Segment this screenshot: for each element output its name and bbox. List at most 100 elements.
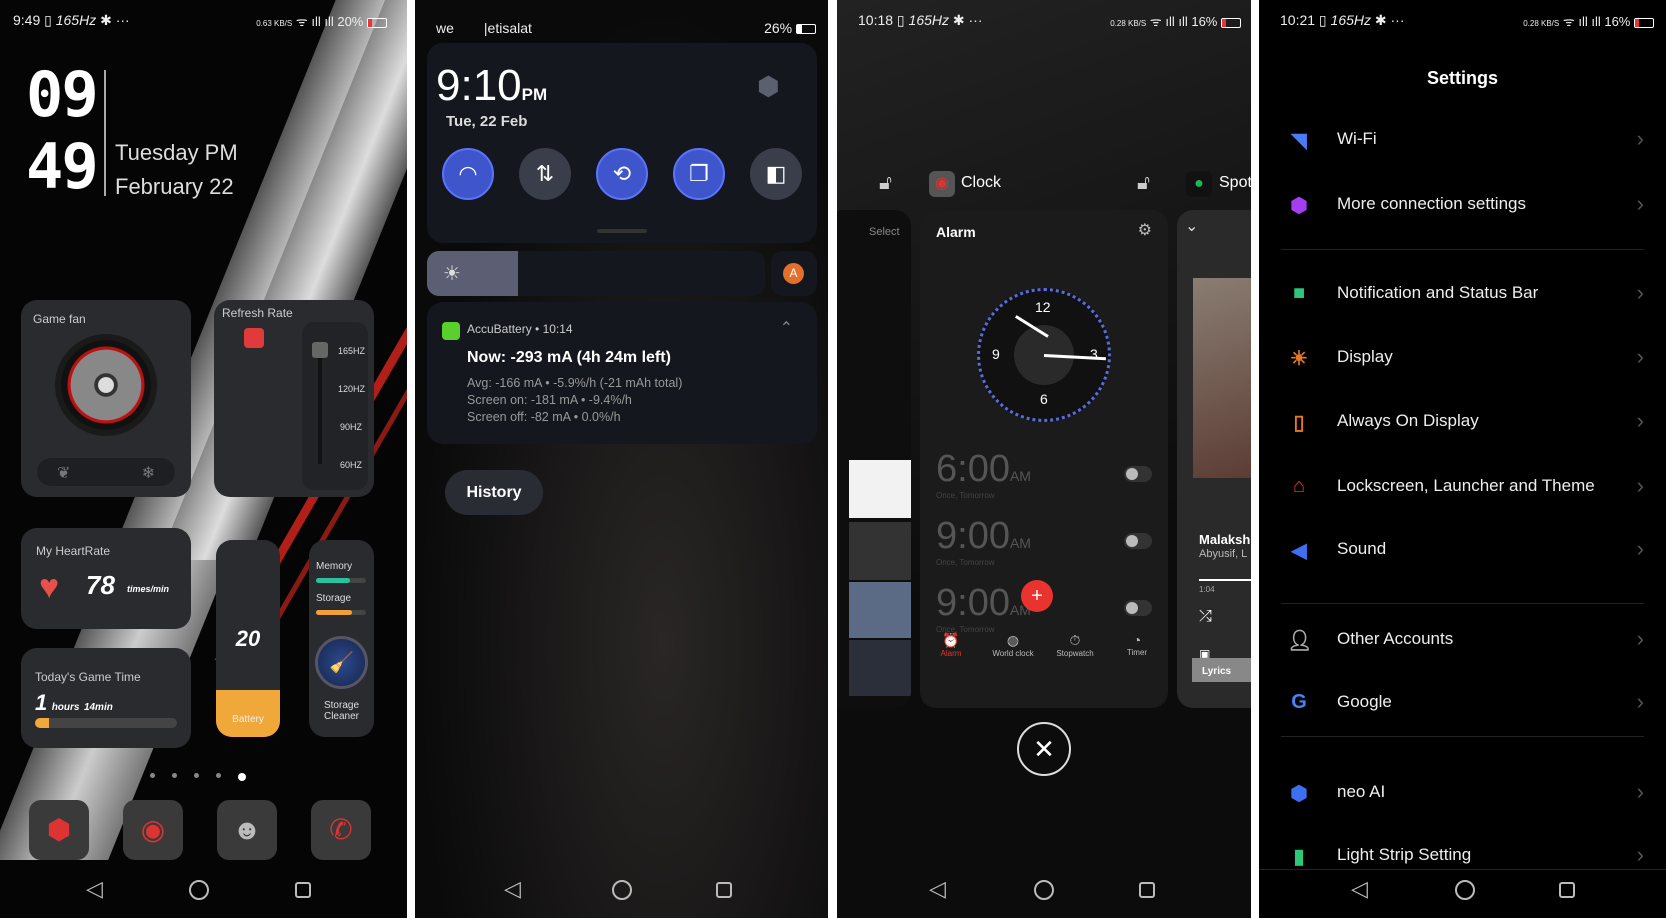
refresh-slider[interactable]: 165HZ 120HZ 90HZ 60HZ bbox=[302, 322, 368, 490]
battery-widget[interactable]: 20 Battery bbox=[216, 540, 280, 737]
tab-stopwatch[interactable]: ⏱ Stopwatch bbox=[1044, 632, 1106, 672]
chevron-right-icon: › bbox=[1636, 126, 1644, 151]
history-button[interactable]: History bbox=[445, 470, 543, 515]
back-button[interactable]: ◁ bbox=[86, 876, 103, 902]
home-button[interactable] bbox=[1034, 880, 1054, 900]
toggle-auto-rotate[interactable]: ⟲ bbox=[596, 148, 648, 200]
recents-button[interactable] bbox=[1139, 882, 1155, 898]
auto-rotate-icon: ⟲ bbox=[612, 161, 632, 186]
back-button[interactable]: ◁ bbox=[1351, 876, 1368, 902]
auto-brightness-button[interactable]: A bbox=[771, 251, 817, 296]
settings-gear-icon[interactable]: ⬢ bbox=[757, 71, 780, 102]
toggle-wifi[interactable]: ◠ bbox=[442, 148, 494, 200]
game-time-widget[interactable]: Today's Game Time 1 hours 14min bbox=[21, 648, 191, 748]
avatar-app-icon[interactable]: ☻ bbox=[217, 800, 277, 860]
brightness-slider[interactable]: ☀ bbox=[427, 251, 765, 296]
recents-button[interactable] bbox=[295, 882, 311, 898]
fan-mode-selector[interactable]: ❦ ❄ bbox=[37, 458, 175, 486]
settings-item-other-accounts[interactable]: 👤︎ Other Accounts › bbox=[1259, 620, 1666, 660]
back-button[interactable]: ◁ bbox=[504, 876, 521, 902]
close-all-button[interactable]: ✕ bbox=[1017, 722, 1071, 776]
memory-storage-widget[interactable]: Memory Storage 🧹 Storage Cleaner bbox=[309, 540, 374, 737]
app-card-previous[interactable]: Select bbox=[837, 210, 911, 708]
settings-item-light-strip-setting[interactable]: ▮ Light Strip Setting › bbox=[1259, 836, 1666, 876]
status-bar: 9:49 ▯ 165Hz ✱ ··· bbox=[13, 12, 130, 28]
recent-apps: 10:18 ▯ 165Hz ✱ ··· 0.28 KB/S ᯤ ıll ıll … bbox=[837, 0, 1251, 918]
settings-item-notification-and-status-bar[interactable]: ■ Notification and Status Bar › bbox=[1259, 274, 1666, 314]
settings-item-sound[interactable]: ◀ Sound › bbox=[1259, 530, 1666, 570]
phone-icon[interactable]: ✆ bbox=[311, 800, 371, 860]
nav-bar: ◁ bbox=[0, 872, 407, 908]
recents-button[interactable] bbox=[1559, 882, 1575, 898]
accubattery-notification[interactable]: AccuBattery • 10:14 ⌃ Now: -293 mA (4h 2… bbox=[427, 302, 817, 444]
chevron-right-icon: › bbox=[1636, 536, 1644, 561]
settings-item-more-connection-settings[interactable]: ⬢ More connection settings › bbox=[1259, 185, 1666, 225]
recents-button[interactable] bbox=[716, 882, 732, 898]
clock-day: Tuesday PM bbox=[115, 140, 238, 165]
copy-icon: ❐ bbox=[689, 161, 709, 186]
shuffle-icon[interactable]: ⤮ bbox=[1199, 608, 1212, 626]
alarm-toggle[interactable] bbox=[1124, 466, 1152, 482]
back-button[interactable]: ◁ bbox=[929, 876, 946, 902]
camera-icon[interactable]: ◉ bbox=[123, 800, 183, 860]
chevron-right-icon: › bbox=[1636, 842, 1644, 867]
alarm-toggle[interactable] bbox=[1124, 533, 1152, 549]
alarm-item[interactable]: 9:00AM Once, Tomorrow bbox=[936, 515, 1166, 575]
chevron-right-icon: › bbox=[1636, 344, 1644, 369]
page-dot[interactable] bbox=[194, 773, 199, 778]
toggle-split-screen[interactable]: ◧ bbox=[750, 148, 802, 200]
alarm-item[interactable]: 6:00AM Once, Tomorrow bbox=[936, 448, 1166, 508]
clock-app-card[interactable]: Alarm ⚙ 12 3 6 9 6:00AM Once, Tomorrow 9:0… bbox=[920, 210, 1168, 708]
light-strip-icon: ▮ bbox=[1293, 846, 1305, 868]
alarm-toggle[interactable] bbox=[1124, 600, 1152, 616]
page-dot[interactable] bbox=[150, 773, 155, 778]
toggle-mobile-data[interactable]: ⇅ bbox=[519, 148, 571, 200]
page-dot[interactable] bbox=[172, 773, 177, 778]
analog-clock: 12 3 6 9 bbox=[977, 288, 1111, 422]
refresh-rate-widget[interactable]: Refresh Rate 165HZ 120HZ 90HZ 60HZ bbox=[214, 300, 374, 497]
game-time-progress bbox=[35, 718, 177, 728]
home-screen: 9:49 ▯ 165Hz ✱ ··· 0.63 KB/S ᯤ ıll ıll 2… bbox=[0, 0, 407, 918]
settings-item-display[interactable]: ☀ Display › bbox=[1259, 338, 1666, 378]
snowflake-icon[interactable]: ❄ bbox=[142, 463, 155, 483]
tab-timer[interactable]: ◔ Timer bbox=[1106, 632, 1168, 672]
home-button[interactable] bbox=[1455, 880, 1475, 900]
lock-icon[interactable]: 🔓︎ bbox=[1137, 172, 1150, 195]
chevron-right-icon: › bbox=[1636, 408, 1644, 433]
song-progress[interactable] bbox=[1199, 579, 1251, 581]
sun-icon: ☀ bbox=[443, 263, 461, 285]
leaf-icon[interactable]: ❦ bbox=[57, 463, 70, 483]
drag-handle[interactable] bbox=[597, 229, 647, 233]
collapse-chevron-icon[interactable]: ⌃ bbox=[780, 318, 793, 338]
tab-world-clock[interactable]: ◍ World clock bbox=[982, 632, 1044, 672]
add-alarm-button[interactable]: + bbox=[1021, 580, 1053, 612]
wifi-icon: ◠ bbox=[458, 161, 478, 186]
spotify-app-card[interactable]: ⌄ Malaksh Abyusif, L 1:04 ⤮ ▣ Lyrics bbox=[1177, 210, 1251, 708]
person-icon: 👤︎ bbox=[1287, 630, 1313, 652]
toggle-copy[interactable]: ❐ bbox=[673, 148, 725, 200]
page-dot[interactable] bbox=[216, 773, 221, 778]
game-fan-widget[interactable]: Game fan ❦ ❄ bbox=[21, 300, 191, 497]
page-dot[interactable] bbox=[238, 773, 246, 781]
chevron-down-icon[interactable]: ⌄ bbox=[1185, 216, 1198, 236]
google-icon: G bbox=[1291, 691, 1307, 713]
settings-item-lockscreen-launcher-and-theme[interactable]: ⌂ Lockscreen, Launcher and Theme › bbox=[1259, 467, 1666, 507]
wifi-icon: ◥ bbox=[1291, 130, 1307, 152]
tab-alarm[interactable]: ⏰ Alarm bbox=[920, 632, 982, 672]
settings-gear-icon[interactable]: ⚙ bbox=[1138, 220, 1152, 240]
settings-item-neo-ai[interactable]: ⬢ neo AI › bbox=[1259, 773, 1666, 813]
home-button[interactable] bbox=[612, 880, 632, 900]
quick-settings-panel: 9:10PM Tue, 22 Feb ⬢ ◠ ⇅ ⟲ ❐ ◧ bbox=[427, 43, 817, 243]
settings-item-always-on-display[interactable]: ▯ Always On Display › bbox=[1259, 402, 1666, 442]
refresh-indicator bbox=[244, 328, 264, 348]
ai-icon: ⬢ bbox=[1290, 783, 1308, 805]
settings-item-google[interactable]: G Google › bbox=[1259, 683, 1666, 723]
home-button[interactable] bbox=[189, 880, 209, 900]
lock-icon[interactable]: 🔓︎ bbox=[879, 172, 892, 195]
settings-item-wi-fi[interactable]: ◥ Wi-Fi › bbox=[1259, 120, 1666, 160]
slider-thumb[interactable] bbox=[312, 342, 328, 358]
broom-icon[interactable]: 🧹 bbox=[315, 636, 368, 689]
heart-rate-widget[interactable]: My HeartRate ♥ 78 times/min bbox=[21, 528, 191, 629]
game-space-icon[interactable]: ⬢ bbox=[29, 800, 89, 860]
clock-tab-bar: ⏰ Alarm ◍ World clock ⏱ Stopwatch ◔ Timer bbox=[920, 632, 1168, 672]
